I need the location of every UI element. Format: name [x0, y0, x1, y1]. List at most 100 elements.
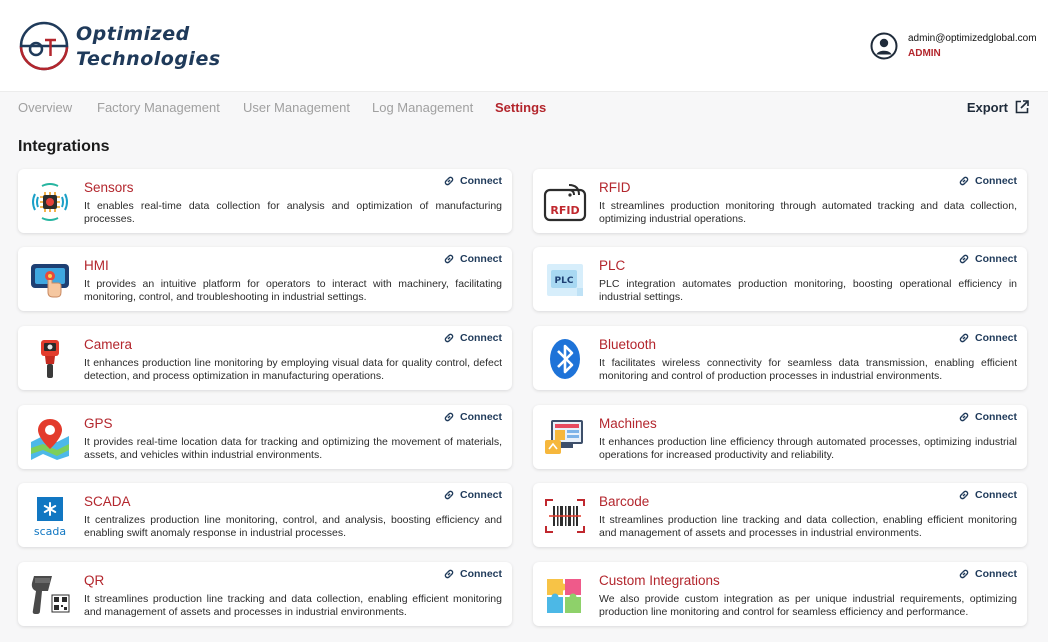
integration-title: QR [84, 573, 105, 588]
export-label: Export [966, 99, 1008, 115]
connect-button-barcode[interactable]: Connect [958, 489, 1017, 501]
connect-label: Connect [460, 253, 502, 265]
company-logo[interactable]: Optimized Technologies [18, 18, 220, 74]
integration-card: Custom Integrations We also provide custo… [533, 562, 1027, 626]
connect-label: Connect [975, 489, 1017, 501]
integration-card: scada SCADA It centralizes production line… [18, 483, 512, 547]
integration-description: We also provide custom integration as pe… [599, 593, 1017, 618]
section-title: Integrations [18, 138, 110, 155]
logo-line-1: Optimized [76, 23, 190, 45]
hmi-touchscreen-icon [28, 258, 72, 302]
connect-button-gps[interactable]: Connect [443, 411, 502, 423]
link-icon [958, 175, 970, 187]
integration-card: RFID RFID It streamlines production monito… [533, 169, 1027, 233]
link-icon [443, 489, 455, 501]
integration-description: It enhances production line monitoring b… [84, 357, 502, 382]
user-avatar-icon[interactable] [870, 32, 898, 60]
link-icon [958, 253, 970, 265]
connect-button-plc[interactable]: Connect [958, 253, 1017, 265]
connect-label: Connect [975, 411, 1017, 423]
connect-button-bluetooth[interactable]: Connect [958, 332, 1017, 344]
bluetooth-icon [543, 337, 587, 381]
connect-label: Connect [975, 568, 1017, 580]
integration-card: GPS It provides real-time location data f… [18, 405, 512, 469]
logo-wordmark: Optimized Technologies [76, 22, 221, 72]
svg-text:PLC: PLC [555, 276, 574, 286]
link-icon [958, 332, 970, 344]
machine-dashboard-icon [543, 416, 587, 460]
tab-log-management[interactable]: Log Management [372, 100, 473, 115]
integration-title: HMI [84, 258, 109, 273]
map-pin-icon [28, 416, 72, 460]
integration-title: SCADA [84, 494, 131, 509]
integration-title: Sensors [84, 180, 134, 195]
integration-card: Camera It enhances production line monito… [18, 326, 512, 390]
user-account[interactable]: admin@optimizedglobal.com ADMIN [870, 32, 1040, 62]
sensor-chip-icon [28, 180, 72, 224]
connect-label: Connect [460, 568, 502, 580]
tab-user-management[interactable]: User Management [243, 100, 350, 115]
link-icon [443, 332, 455, 344]
integration-description: PLC integration automates production mon… [599, 278, 1017, 303]
integration-description: It centralizes production line monitorin… [84, 514, 502, 539]
main-nav: Overview Factory Management User Managem… [18, 100, 1030, 118]
integration-title: GPS [84, 416, 113, 431]
integration-title: PLC [599, 258, 626, 273]
integration-title: Bluetooth [599, 337, 657, 352]
scada-icon: scada [28, 494, 72, 538]
svg-text:RFID: RFID [550, 204, 579, 217]
connect-button-qr[interactable]: Connect [443, 568, 502, 580]
connect-button-camera[interactable]: Connect [443, 332, 502, 344]
logo-mark-icon [19, 21, 69, 71]
connect-button-rfid[interactable]: Connect [958, 175, 1017, 187]
connect-button-hmi[interactable]: Connect [443, 253, 502, 265]
integration-description: It provides real-time location data for … [84, 436, 502, 461]
link-icon [443, 411, 455, 423]
integration-title: Machines [599, 416, 657, 431]
integration-title: Custom Integrations [599, 573, 720, 588]
link-icon [958, 568, 970, 580]
link-icon [443, 253, 455, 265]
integration-card: PLC PLC PLC integration automates producti… [533, 247, 1027, 311]
integration-card: Bluetooth It facilitates wireless connect… [533, 326, 1027, 390]
tab-overview[interactable]: Overview [18, 100, 72, 115]
connect-button-machines[interactable]: Connect [958, 411, 1017, 423]
connect-button-custom-integrations[interactable]: Connect [958, 568, 1017, 580]
handheld-camera-icon [28, 337, 72, 381]
connect-label: Connect [460, 489, 502, 501]
integration-description: It provides an intuitive platform for op… [84, 278, 502, 303]
integration-card: QR It streamlines production line trackin… [18, 562, 512, 626]
connect-button-sensors[interactable]: Connect [443, 175, 502, 187]
user-email: admin@optimizedglobal.com [908, 33, 1037, 44]
tab-factory-management[interactable]: Factory Management [97, 100, 220, 115]
link-icon [443, 175, 455, 187]
connect-label: Connect [975, 332, 1017, 344]
barcode-icon [543, 494, 587, 538]
rfid-icon: RFID [543, 180, 587, 224]
puzzle-icon [543, 573, 587, 617]
connect-button-scada[interactable]: Connect [443, 489, 502, 501]
integration-description: It streamlines production line tracking … [599, 514, 1017, 539]
integration-description: It facilitates wireless connectivity for… [599, 357, 1017, 382]
connect-label: Connect [975, 175, 1017, 187]
integration-title: RFID [599, 180, 631, 195]
link-icon [958, 489, 970, 501]
connect-label: Connect [460, 175, 502, 187]
external-link-icon [1015, 100, 1029, 114]
plc-icon: PLC [543, 258, 587, 302]
export-button[interactable]: Export [967, 99, 1030, 115]
integration-description: It streamlines production monitoring thr… [599, 200, 1017, 225]
connect-label: Connect [975, 253, 1017, 265]
connect-label: Connect [460, 411, 502, 423]
logo-line-2: Technologies [76, 48, 221, 70]
integration-card: HMI It provides an intuitive platform for… [18, 247, 512, 311]
qr-scanner-icon [28, 573, 72, 617]
integration-card: Barcode It streamlines production line tr… [533, 483, 1027, 547]
tab-settings[interactable]: Settings [495, 100, 546, 115]
link-icon [443, 568, 455, 580]
integration-card: Machines It enhances production line effi… [533, 405, 1027, 469]
svg-text:scada: scada [34, 525, 66, 538]
integration-title: Barcode [599, 494, 650, 509]
app-header: Optimized Technologies admin@optimizedgl… [0, 0, 1048, 92]
user-role-badge: ADMIN [908, 48, 941, 59]
